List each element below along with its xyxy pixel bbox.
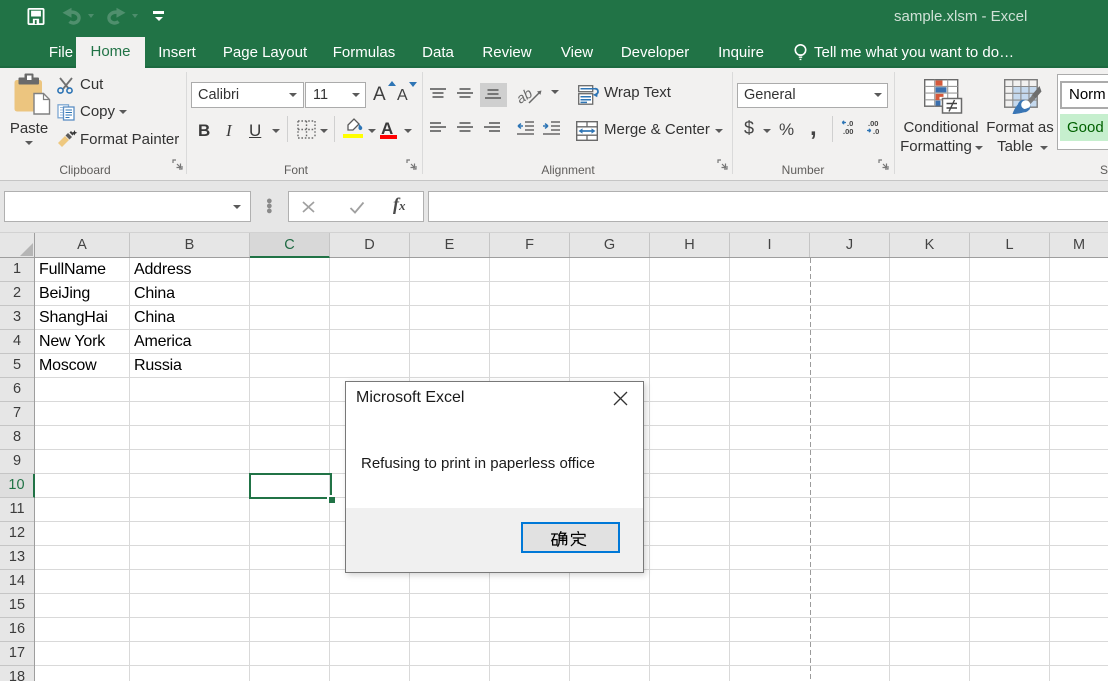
svg-text:ab: ab xyxy=(516,85,535,107)
svg-text:.00: .00 xyxy=(843,127,853,135)
svg-text:.0: .0 xyxy=(873,127,879,135)
